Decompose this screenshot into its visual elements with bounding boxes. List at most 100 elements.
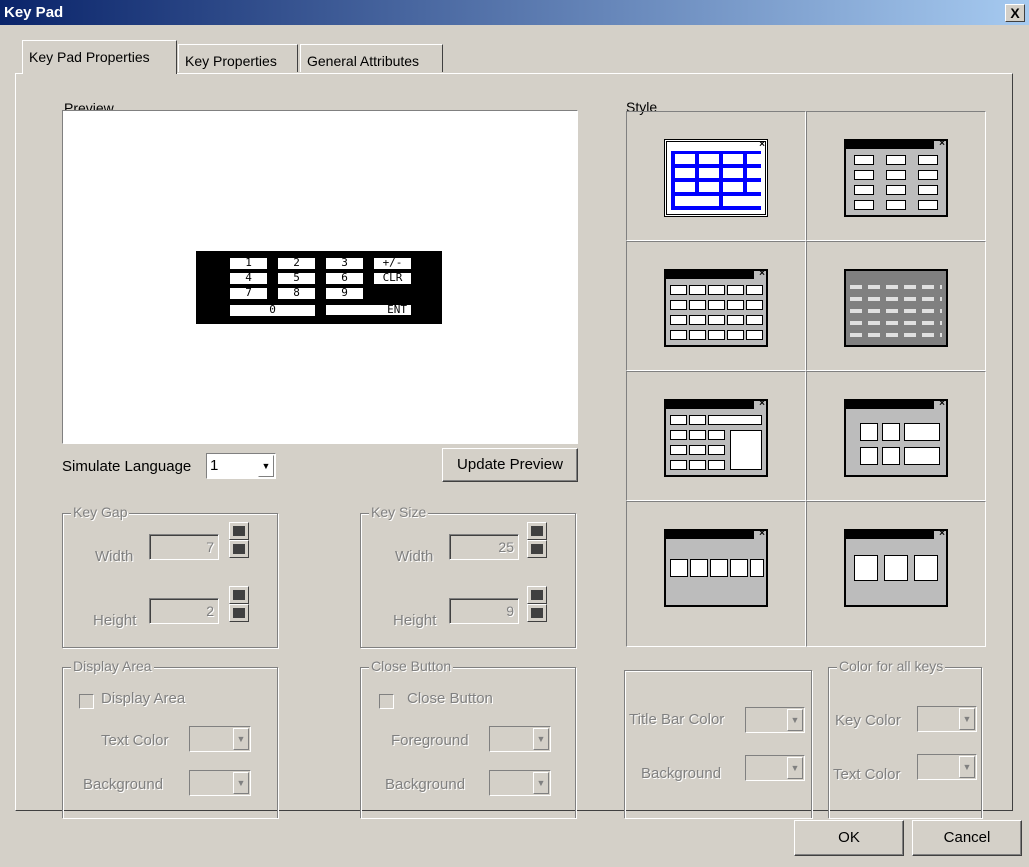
keypad-key: 6 xyxy=(326,272,363,285)
key-shape xyxy=(882,447,900,465)
close-background-select[interactable]: ▼ xyxy=(489,770,551,796)
chevron-down-icon[interactable]: ▼ xyxy=(787,757,803,779)
color-all-keys-group: Color for all keys Key Color ▼ Text Colo… xyxy=(828,658,982,818)
key-shape xyxy=(670,430,687,440)
spin-up-icon[interactable] xyxy=(229,522,249,540)
spin-down-icon[interactable] xyxy=(229,604,249,622)
spin-down-icon[interactable] xyxy=(229,540,249,558)
close-icon: × xyxy=(939,528,945,539)
style-option-2[interactable]: × xyxy=(806,111,986,241)
spin-down-icon[interactable] xyxy=(527,604,547,622)
key-gap-width-stepper[interactable] xyxy=(229,522,249,558)
chevron-down-icon[interactable]: ▼ xyxy=(233,772,249,794)
style-option-1[interactable]: × xyxy=(626,111,806,241)
key-shape xyxy=(699,168,719,178)
key-size-height-stepper[interactable] xyxy=(527,586,547,622)
tab-label: General Attributes xyxy=(307,53,420,69)
key-shape xyxy=(886,170,906,180)
key-shape xyxy=(727,330,744,340)
key-shape xyxy=(854,555,878,581)
chevron-down-icon[interactable]: ▼ xyxy=(533,728,549,750)
key-shape xyxy=(750,559,764,577)
style-option-6[interactable]: × xyxy=(806,371,986,501)
update-preview-button[interactable]: Update Preview xyxy=(442,448,578,482)
display-background-select[interactable]: ▼ xyxy=(189,770,251,796)
style-option-7[interactable]: × xyxy=(626,501,806,647)
foreground-label: Foreground xyxy=(391,732,469,749)
key-size-width-stepper[interactable] xyxy=(527,522,547,558)
key-color-select[interactable]: ▼ xyxy=(917,706,977,732)
key-shape xyxy=(723,182,743,192)
key-size-width-field[interactable]: 25 xyxy=(449,534,519,560)
key-shape xyxy=(675,154,695,164)
foreground-select[interactable]: ▼ xyxy=(489,726,551,752)
key-shape xyxy=(747,182,761,192)
key-shape xyxy=(746,285,763,295)
close-background-label: Background xyxy=(385,776,466,793)
key-shape xyxy=(730,430,762,470)
key-gap-height-stepper[interactable] xyxy=(229,586,249,622)
chevron-down-icon[interactable]: ▼ xyxy=(533,772,549,794)
key-shape xyxy=(918,170,938,180)
close-icon[interactable]: X xyxy=(1005,4,1025,22)
title-bar-color-group: Title Bar Color ▼ Background ▼ xyxy=(624,670,812,818)
key-shape xyxy=(699,154,719,164)
window-title: Key Pad xyxy=(4,4,64,21)
key-size-group: Key Size Width 25 Height 9 xyxy=(360,504,576,648)
chevron-down-icon[interactable]: ▼ xyxy=(959,756,975,778)
keypad-key: ENT xyxy=(326,304,411,316)
chevron-down-icon[interactable]: ▼ xyxy=(787,709,803,731)
text-color-label: Text Color xyxy=(101,732,169,749)
style-preview-gaps xyxy=(850,285,942,343)
key-shape xyxy=(670,460,687,470)
tab-key-properties[interactable]: Key Properties xyxy=(178,44,298,72)
style-option-5[interactable]: × xyxy=(626,371,806,501)
key-shape xyxy=(689,315,706,325)
style-option-3[interactable]: × xyxy=(626,241,806,371)
key-shape xyxy=(914,555,938,581)
close-button-checkbox[interactable] xyxy=(379,694,394,709)
key-shape xyxy=(727,285,744,295)
cancel-button[interactable]: Cancel xyxy=(912,820,1022,856)
key-shape xyxy=(746,300,763,310)
key-gap-width-label: Width xyxy=(95,548,134,565)
display-area-checkbox[interactable] xyxy=(79,694,94,709)
ok-button[interactable]: OK xyxy=(794,820,904,856)
style-preview-keys xyxy=(671,151,761,210)
key-text-color-select[interactable]: ▼ xyxy=(917,754,977,780)
tab-general-attributes[interactable]: General Attributes xyxy=(300,44,443,72)
key-shape xyxy=(689,460,706,470)
spin-up-icon[interactable] xyxy=(527,522,547,540)
key-size-height-field[interactable]: 9 xyxy=(449,598,519,624)
close-icon: × xyxy=(939,398,945,409)
key-shape xyxy=(708,330,725,340)
key-shape xyxy=(746,330,763,340)
spin-up-icon[interactable] xyxy=(527,586,547,604)
chevron-down-icon[interactable]: ▼ xyxy=(233,728,249,750)
style-option-4[interactable] xyxy=(806,241,986,371)
display-area-label: Display Area xyxy=(71,658,154,674)
key-shape xyxy=(708,460,725,470)
title-background-label: Background xyxy=(641,765,722,782)
title-background-select[interactable]: ▼ xyxy=(745,755,805,781)
spin-up-icon[interactable] xyxy=(229,586,249,604)
chevron-down-icon[interactable]: ▼ xyxy=(258,455,274,477)
key-shape xyxy=(730,559,748,577)
style-option-8[interactable]: × xyxy=(806,501,986,647)
key-gap-width-field[interactable]: 7 xyxy=(149,534,219,560)
simulate-language-select[interactable]: 1 ▼ xyxy=(206,453,276,479)
close-icon: × xyxy=(759,268,765,279)
tab-key-pad-properties[interactable]: Key Pad Properties xyxy=(22,40,177,74)
key-shape xyxy=(708,300,725,310)
display-area-group: Display Area Display Area Text Color ▼ B… xyxy=(62,658,278,818)
chevron-down-icon[interactable]: ▼ xyxy=(959,708,975,730)
key-shape xyxy=(689,445,706,455)
key-shape xyxy=(708,430,725,440)
key-shape xyxy=(708,285,725,295)
title-bar-color-select[interactable]: ▼ xyxy=(745,707,805,733)
spin-down-icon[interactable] xyxy=(527,540,547,558)
key-shape xyxy=(860,447,878,465)
text-color-select[interactable]: ▼ xyxy=(189,726,251,752)
key-gap-height-field[interactable]: 2 xyxy=(149,598,219,624)
key-shape xyxy=(708,315,725,325)
